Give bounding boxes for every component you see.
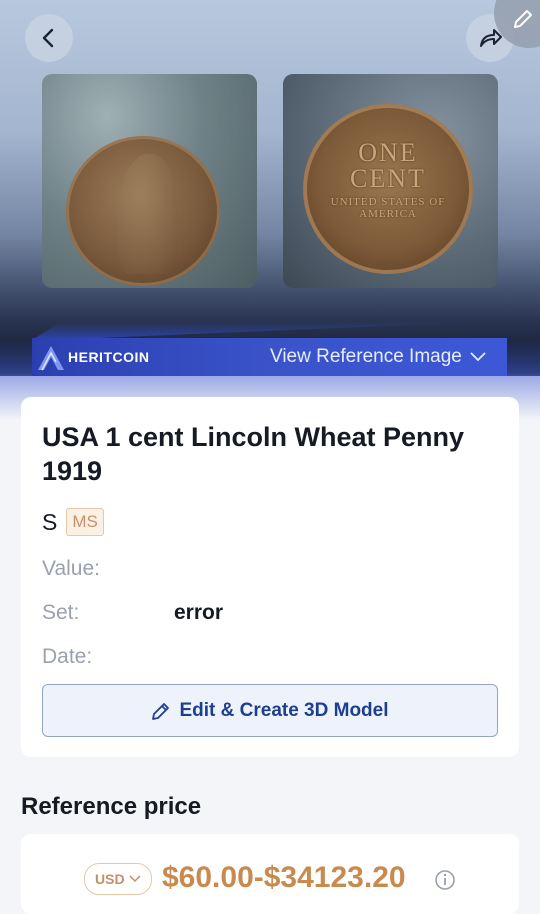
coin-reverse-photo[interactable]: ONE CENT UNITED STATES OF AMERICA (283, 74, 498, 288)
back-button[interactable] (25, 14, 73, 62)
chevron-down-icon (129, 875, 141, 883)
edit-create-3d-model-button[interactable]: Edit & Create 3D Model (42, 684, 498, 737)
chevron-down-icon (470, 352, 486, 362)
heritcoin-logo-icon (38, 346, 64, 371)
grade-row: S MS (42, 508, 104, 536)
coin-obverse-photo[interactable] (42, 74, 257, 288)
grade-badge: MS (66, 508, 104, 536)
coin-reverse-text-cent: CENT (350, 164, 426, 193)
coin-reverse: ONE CENT UNITED STATES OF AMERICA (303, 104, 473, 274)
value-label: Value: (42, 557, 100, 580)
view-reference-image-toggle[interactable]: View Reference Image (270, 338, 486, 376)
lincoln-bust (118, 154, 178, 274)
grade-letter: S (42, 508, 58, 535)
coin-title: USA 1 cent Lincoln Wheat Penny 1919 (42, 422, 465, 486)
chevron-left-icon (42, 28, 54, 48)
edit-3d-label: Edit & Create 3D Model (179, 699, 389, 721)
brand-logo: HERITCOIN (36, 338, 150, 376)
set-label: Set: (42, 601, 80, 624)
info-icon[interactable] (434, 869, 456, 891)
view-reference-label: View Reference Image (270, 346, 462, 367)
price-range: $60.00-$34123.20 (162, 861, 406, 894)
coin-reverse-text-usa: UNITED STATES OF AMERICA (330, 196, 446, 220)
pencil-icon (152, 702, 170, 720)
coin-image-header: ONE CENT UNITED STATES OF AMERICA (0, 0, 540, 376)
date-label: Date: (42, 645, 93, 668)
reference-price-heading: Reference price (21, 793, 202, 820)
pencil-icon (514, 10, 532, 28)
currency-label: USD (95, 871, 125, 887)
brand-name: HERITCOIN (68, 349, 150, 365)
coin-obverse (66, 136, 220, 286)
set-value: error (174, 601, 224, 624)
currency-selector[interactable]: USD (84, 863, 152, 895)
